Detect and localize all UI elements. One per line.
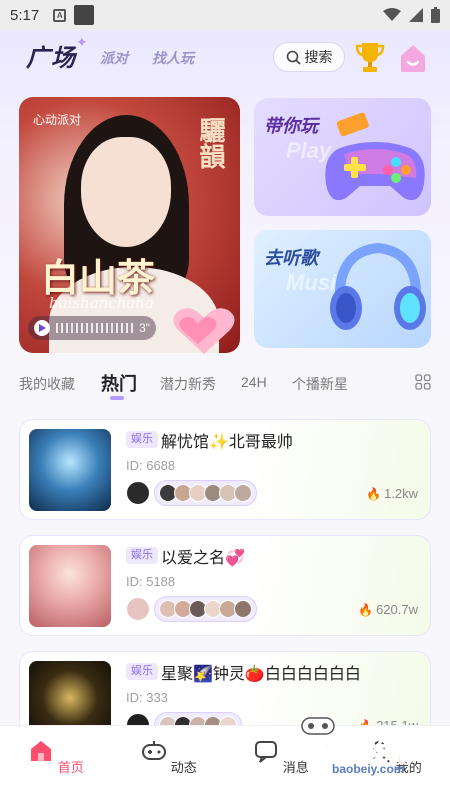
room-heat: 🔥 620.7w (358, 602, 418, 617)
app-logo: 广场 (26, 45, 76, 72)
room-title: 以爱之名💞 (161, 550, 245, 567)
room-id: ID: 6688 (126, 458, 176, 473)
watermark-url: baobeiy.com (332, 762, 405, 776)
audio-waveform (56, 323, 134, 333)
ticket-icon (336, 112, 369, 137)
room-card[interactable]: 娱乐 以爱之名💞 ID: 5188 🔥 620.7w (19, 535, 431, 636)
member-avatars (154, 480, 257, 506)
host-avatar (126, 481, 150, 505)
category-tabs: 我的收藏 热门 潜力新秀 24H 个播新星 (0, 370, 450, 400)
play-icon[interactable] (34, 320, 50, 336)
tab-party[interactable]: 派对 (100, 48, 128, 68)
banner-figure-face (81, 137, 171, 247)
tabbar-activity-label: 动态 (170, 760, 197, 775)
hearts-icon (173, 308, 235, 354)
play-with-you-card[interactable]: Play 带你玩 (254, 98, 431, 216)
tab-new-streamers[interactable]: 个播新星 (292, 374, 348, 394)
battery-icon (431, 7, 440, 23)
room-heat: 🔥 1.2kw (366, 486, 418, 501)
tab-rising-stars[interactable]: 潜力新秀 (160, 374, 216, 394)
headphones-icon (330, 242, 426, 330)
top-navigation: 广场 ✦ 派对 找人玩 搜索 (0, 34, 450, 78)
member-avatars (154, 596, 257, 622)
flame-icon: 🔥 (358, 602, 374, 617)
banner-subtitle: baishanchaha (49, 294, 154, 312)
grid-menu-icon[interactable] (415, 374, 431, 390)
banner-brand: 心动派对 (33, 113, 82, 127)
host-avatar (126, 597, 150, 621)
home-icon (31, 741, 52, 761)
tabbar-home-label: 首页 (57, 760, 84, 775)
tabbar-home[interactable]: 首页 (26, 738, 86, 776)
search-button[interactable]: 搜索 (273, 42, 345, 72)
active-tab-indicator (110, 396, 124, 400)
room-tag: 娱乐 (126, 431, 158, 448)
listen-music-card[interactable]: Music 去听歌 (254, 230, 431, 348)
music-card-label: 去听歌 (264, 248, 318, 268)
audio-preview[interactable]: 3" (28, 316, 156, 340)
room-title: 解忧馆✨北哥最帅 (161, 434, 293, 451)
member-avatar (234, 484, 252, 502)
room-heat-value: 620.7w (376, 602, 418, 617)
room-tag: 娱乐 (126, 547, 158, 564)
notification-square-icon (74, 5, 95, 25)
room-title: 星聚🌠钟灵🍅白白白白白白 (161, 666, 361, 683)
tab-find-players[interactable]: 找人玩 (152, 48, 194, 68)
flame-icon: 🔥 (366, 486, 382, 501)
site-watermark: 宝贝游戏网 baobeiy.com (276, 717, 436, 778)
search-icon (286, 50, 301, 65)
status-time: 5:17 (10, 6, 40, 24)
sparkle-icon: ✦ (76, 34, 88, 50)
gamepad-icon (325, 142, 425, 201)
tab-favorites[interactable]: 我的收藏 (19, 374, 75, 394)
tabbar-activity[interactable]: 动态 (139, 738, 199, 776)
room-cover (29, 429, 111, 511)
member-avatar (234, 600, 252, 618)
room-id: ID: 5188 (126, 574, 176, 589)
room-card[interactable]: 娱乐 解忧馆✨北哥最帅 ID: 6688 🔥 1.2kw (19, 419, 431, 520)
room-cover (29, 545, 111, 627)
room-id: ID: 333 (126, 690, 168, 705)
room-tag: 娱乐 (126, 663, 158, 680)
status-bar: 5:17 A (0, 0, 450, 30)
trophy-icon[interactable] (354, 40, 386, 74)
room-heat-value: 1.2kw (384, 486, 418, 501)
room-home-icon[interactable] (398, 42, 428, 74)
gamepad-icon (142, 741, 167, 760)
banner-calligraphy: 驪韻 (196, 117, 226, 169)
tab-24h[interactable]: 24H (241, 374, 267, 390)
play-card-label: 带你玩 (264, 116, 318, 136)
audio-duration: 3" (139, 321, 150, 335)
wifi-icon (383, 8, 401, 21)
search-label: 搜索 (304, 49, 333, 65)
notification-a-icon: A (53, 8, 67, 22)
signal-icon (409, 8, 423, 22)
tab-hot[interactable]: 热门 (101, 370, 137, 396)
